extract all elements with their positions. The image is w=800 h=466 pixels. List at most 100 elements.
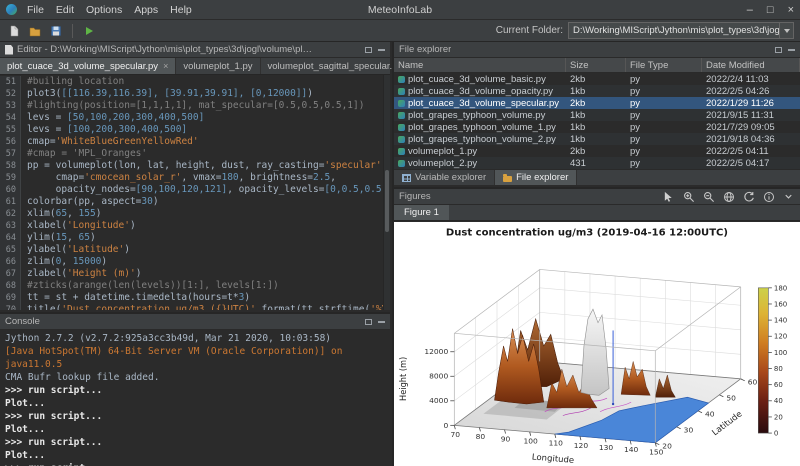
code-line[interactable]: 67zlabel('Height (m)') (0, 268, 383, 280)
editor-tab[interactable]: volumeplot_1.py (176, 58, 260, 74)
code-line[interactable]: 69tt = st + datetime.timedelta(hours=t*3… (0, 292, 383, 304)
file-row[interactable]: plot_cuace_3d_volume_specular.py2kbpy202… (394, 97, 800, 109)
code-line[interactable]: 56cmap='WhiteBlueGreenYellowRed' (0, 136, 383, 148)
tick-label: 20 (662, 442, 672, 451)
maximize-button[interactable]: □ (767, 4, 774, 16)
file-explorer-panel: File explorer NameSizeFile TypeDate Modi… (394, 42, 800, 185)
save-button[interactable] (48, 23, 64, 39)
float-panel-icon[interactable] (775, 47, 782, 53)
tick-label: 180 (774, 284, 787, 292)
code-line[interactable]: 59 cmap='cmocean_solar_r', vmax=180, bri… (0, 172, 383, 184)
tick-label: 160 (774, 301, 787, 309)
minimize-panel-icon[interactable] (378, 321, 385, 323)
python-file-icon (398, 160, 405, 167)
file-row[interactable]: plot_grapes_typhoon_volume.py1kbpy2021/9… (394, 109, 800, 121)
column-header-size[interactable]: Size (566, 58, 626, 72)
new-file-button[interactable] (6, 23, 22, 39)
code-line[interactable]: 54levs = [50,100,200,300,400,500] (0, 112, 383, 124)
file-row[interactable]: plot_grapes_typhoon_volume_1.py1kbpy2021… (394, 121, 800, 133)
float-panel-icon[interactable] (365, 319, 372, 325)
tab-file-explorer[interactable]: File explorer (495, 170, 577, 185)
console-output[interactable]: Jython 2.7.2 (v2.7.2:925a3cc3b49d, Mar 2… (0, 330, 390, 466)
chevron-down-icon[interactable] (779, 23, 793, 38)
console-line: >>> run script... (5, 410, 385, 423)
console-line: >>> run script... (5, 384, 385, 397)
scrollbar-thumb[interactable] (385, 170, 389, 232)
code-line[interactable]: 58pp = volumeplot(lon, lat, height, dust… (0, 160, 383, 172)
code-line[interactable]: 53#lighting(position=[1,1,1,1], mat_spec… (0, 100, 383, 112)
tick-label: 40 (705, 410, 715, 419)
open-folder-button[interactable] (27, 23, 43, 39)
main-area: Editor - D:\Working\MIScript\Jython\mis\… (0, 42, 800, 466)
code-line[interactable]: 51#builing location (0, 76, 383, 88)
tick-label: 60 (774, 381, 783, 389)
menu-apps[interactable]: Apps (134, 4, 158, 16)
file-size: 1kb (566, 110, 626, 121)
chart-title: Dust concentration ug/m3 (2019-04-16 12:… (446, 228, 728, 239)
file-row[interactable]: volumeplot_2.py431py2022/2/5 04:17 (394, 157, 800, 169)
select-arrow-icon[interactable] (662, 190, 675, 203)
column-header-date-modified[interactable]: Date Modified (702, 58, 800, 72)
menu-help[interactable]: Help (170, 4, 192, 16)
console-line: >>> run script... (5, 436, 385, 449)
code-line[interactable]: 66zlim(0, 15000) (0, 256, 383, 268)
file-type: py (626, 158, 702, 169)
column-header-file-type[interactable]: File Type (626, 58, 702, 72)
column-header-name[interactable]: Name (394, 58, 566, 72)
code-line[interactable]: 52plot3([[116.39,116.39], [39.91,39.91],… (0, 88, 383, 100)
run-button[interactable] (81, 23, 97, 39)
file-row[interactable]: plot_grapes_typhoon_volume_2.py1kbpy2021… (394, 133, 800, 145)
editor-scrollbar[interactable] (383, 75, 390, 310)
minimize-panel-icon[interactable] (788, 49, 795, 51)
code-text: xlabel('Longitude') (21, 220, 136, 232)
code-line[interactable]: 64ylim(15, 65) (0, 232, 383, 244)
float-panel-icon[interactable] (365, 47, 372, 53)
file-size: 2kb (566, 98, 626, 109)
tab-variable-explorer[interactable]: Variable explorer (394, 170, 495, 185)
menu-file[interactable]: File (27, 4, 44, 16)
zoom-out-icon[interactable] (702, 190, 715, 203)
code-line[interactable]: 61colorbar(pp, aspect=30) (0, 196, 383, 208)
current-folder-combobox[interactable]: D:\Working\MIScript\Jython\mis\plot_type… (568, 22, 794, 39)
editor-tab[interactable]: plot_cuace_3d_volume_specular.py× (0, 58, 176, 74)
code-line[interactable]: 60 opacity_nodes=[90,100,120,121], opaci… (0, 184, 383, 196)
editor-tab[interactable]: volumeplot_sagittal_specular.py (261, 58, 411, 74)
full-extent-globe-icon[interactable] (722, 190, 735, 203)
code-area[interactable]: 51#builing location52plot3([[116.39,116.… (0, 75, 383, 310)
code-line[interactable]: 57#cmap = 'MPL_Oranges' (0, 148, 383, 160)
white-peak (581, 309, 609, 395)
file-type: py (626, 134, 702, 145)
code-line[interactable]: 70title('Dust concentration ug/m3 ({}UTC… (0, 304, 383, 310)
line-number: 70 (0, 304, 21, 310)
menu-options[interactable]: Options (86, 4, 122, 16)
file-modified: 2021/9/15 11:31 (702, 110, 800, 121)
code-line[interactable]: 55levs = [100,200,300,400,500] (0, 124, 383, 136)
zoom-in-icon[interactable] (682, 190, 695, 203)
close-button[interactable]: × (788, 4, 794, 16)
code-text: opacity_nodes=[90,100,120,121], opacity_… (21, 184, 383, 196)
info-icon[interactable] (762, 190, 775, 203)
chevron-down-icon[interactable] (782, 190, 795, 203)
console-line: Plot... (5, 449, 385, 462)
minimize-button[interactable]: – (747, 4, 753, 16)
code-line[interactable]: 65ylabel('Latitude') (0, 244, 383, 256)
figure-tab[interactable]: Figure 1 (394, 205, 449, 220)
file-row[interactable]: plot_cuace_3d_volume_opacity.py1kbpy2022… (394, 85, 800, 97)
figure-plot[interactable]: 7080901001101201301401502030405060040008… (394, 222, 800, 466)
file-row[interactable]: volumeplot_1.py2kbpy2022/2/5 04:11 (394, 145, 800, 157)
file-row[interactable]: plot_cuace_3d_volume_basic.py2kbpy2022/2… (394, 73, 800, 85)
meteoinfolab-window: FileEditOptionsAppsHelp MeteoInfoLab – □… (0, 0, 800, 466)
tab-close-icon[interactable]: × (163, 61, 168, 71)
menu-edit[interactable]: Edit (56, 4, 74, 16)
code-line[interactable]: 62xlim(65, 155) (0, 208, 383, 220)
code-text: #lighting(position=[1,1,1,1], mat_specul… (21, 100, 364, 112)
code-text: ylabel('Latitude') (21, 244, 130, 256)
rotate-icon[interactable] (742, 190, 755, 203)
file-name: plot_cuace_3d_volume_basic.py (408, 74, 546, 85)
code-line[interactable]: 68#zticks(arange(len(levels))[1:], level… (0, 280, 383, 292)
tick-label: 50 (726, 394, 736, 403)
code-line[interactable]: 63xlabel('Longitude') (0, 220, 383, 232)
editor-tab-label: volumeplot_sagittal_specular.py (268, 61, 403, 72)
minimize-panel-icon[interactable] (378, 49, 385, 51)
main-toolbar: Current Folder: D:\Working\MIScript\Jyth… (0, 20, 800, 42)
